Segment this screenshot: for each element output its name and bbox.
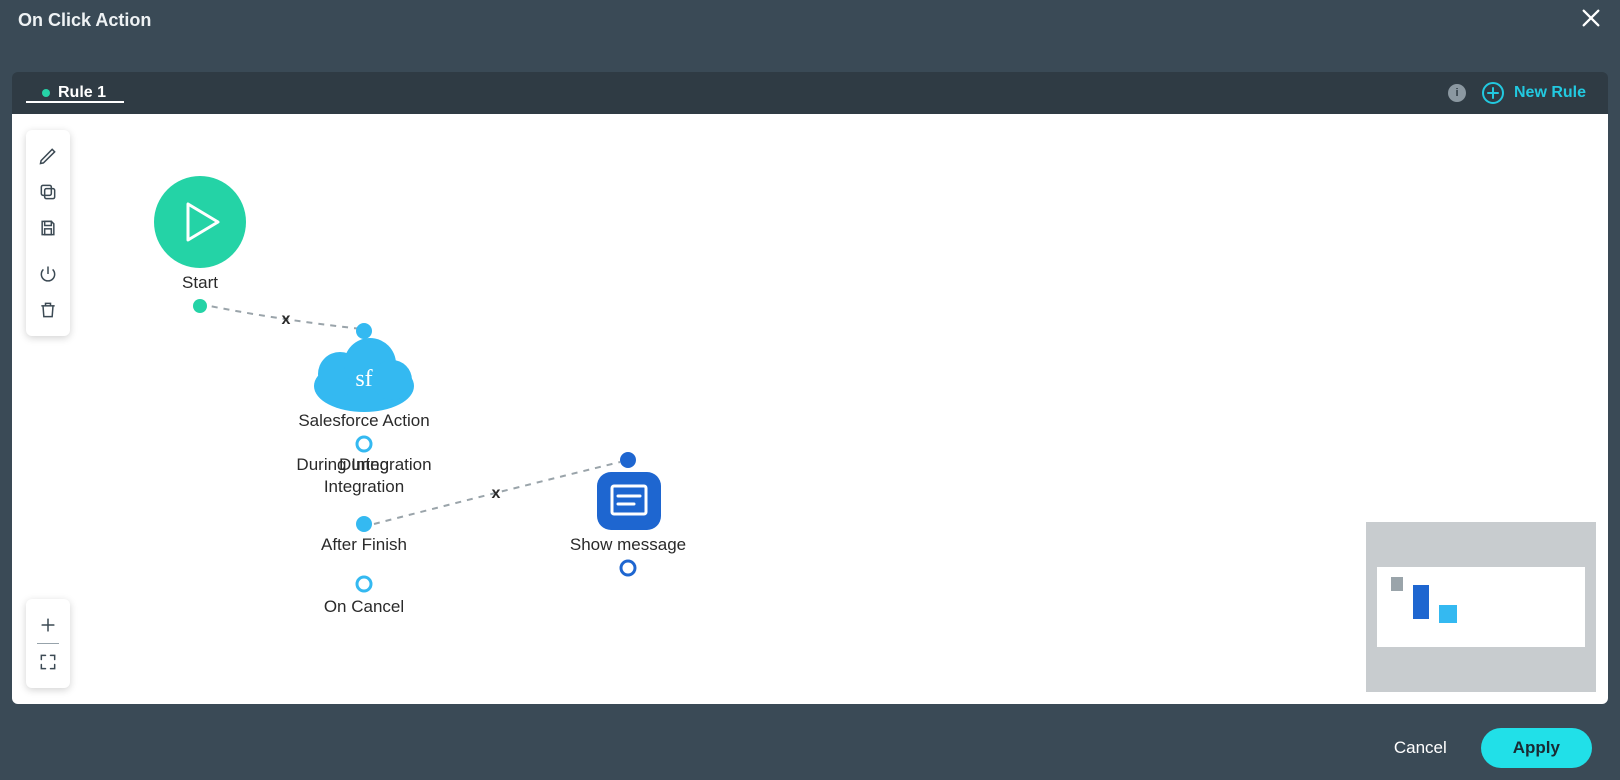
node-start-label: Start xyxy=(182,273,218,292)
modal-titlebar: On Click Action xyxy=(0,0,1620,40)
outlet-during-line2: Integration xyxy=(324,477,404,496)
fullscreen-button[interactable] xyxy=(30,644,66,680)
power-button[interactable] xyxy=(30,256,66,292)
outlet-during-line1: During xyxy=(339,455,389,474)
minimap-viewport xyxy=(1377,567,1585,647)
inlet-port-icon[interactable] xyxy=(620,452,636,468)
canvas-toolbox xyxy=(26,130,70,336)
apply-button[interactable]: Apply xyxy=(1481,728,1592,768)
node-salesforce-label: Salesforce Action xyxy=(298,411,429,430)
fullscreen-icon xyxy=(38,652,58,672)
save-button[interactable] xyxy=(30,210,66,246)
node-message-label: Show message xyxy=(570,535,686,554)
trash-icon xyxy=(38,300,58,320)
copy-button[interactable] xyxy=(30,174,66,210)
tab-bar: Rule 1 i New Rule xyxy=(12,72,1608,114)
minimap-node-icon xyxy=(1413,585,1429,619)
modal-footer: Cancel Apply xyxy=(0,716,1620,780)
tab-rule-1[interactable]: Rule 1 xyxy=(24,84,124,102)
delete-button[interactable] xyxy=(30,292,66,328)
tab-label: Rule 1 xyxy=(58,84,106,102)
outlet-port-icon[interactable] xyxy=(357,437,371,451)
edge-delete-icon[interactable]: x xyxy=(492,485,501,502)
close-button[interactable] xyxy=(1580,7,1602,34)
plus-icon xyxy=(38,615,58,635)
node-start[interactable]: Start xyxy=(154,176,246,313)
new-rule-button[interactable]: New Rule xyxy=(1482,82,1586,104)
node-salesforce[interactable]: sf Salesforce Action During Integration … xyxy=(296,323,431,616)
outlet-afterfinish-label: After Finish xyxy=(321,535,407,554)
flow-canvas[interactable]: x x Start sf xyxy=(12,114,1608,704)
edge-delete-icon[interactable]: x xyxy=(282,311,291,328)
inlet-port-icon[interactable] xyxy=(356,323,372,339)
outlet-port-icon[interactable] xyxy=(356,516,372,532)
outlet-port-icon[interactable] xyxy=(357,577,371,591)
new-rule-label: New Rule xyxy=(1514,84,1586,102)
close-icon xyxy=(1580,7,1602,29)
copy-icon xyxy=(38,182,58,202)
plus-circle-icon xyxy=(1482,82,1504,104)
info-icon[interactable]: i xyxy=(1448,84,1466,102)
power-icon xyxy=(38,264,58,284)
save-icon xyxy=(38,218,58,238)
minimap-node-icon xyxy=(1439,605,1457,623)
canvas-zoom-toolbox xyxy=(26,599,70,688)
zoom-in-button[interactable] xyxy=(30,607,66,643)
outlet-oncancel-label: On Cancel xyxy=(324,597,404,616)
cloud-glyph: sf xyxy=(355,366,372,392)
minimap[interactable] xyxy=(1366,522,1596,692)
outlet-port-icon[interactable] xyxy=(193,299,207,313)
cancel-button[interactable]: Cancel xyxy=(1394,738,1447,758)
pencil-icon xyxy=(38,146,58,166)
modal-title: On Click Action xyxy=(18,10,151,31)
edit-button[interactable] xyxy=(30,138,66,174)
tab-status-dot-icon xyxy=(42,89,50,97)
minimap-node-icon xyxy=(1391,577,1403,591)
outlet-port-icon[interactable] xyxy=(621,561,635,575)
